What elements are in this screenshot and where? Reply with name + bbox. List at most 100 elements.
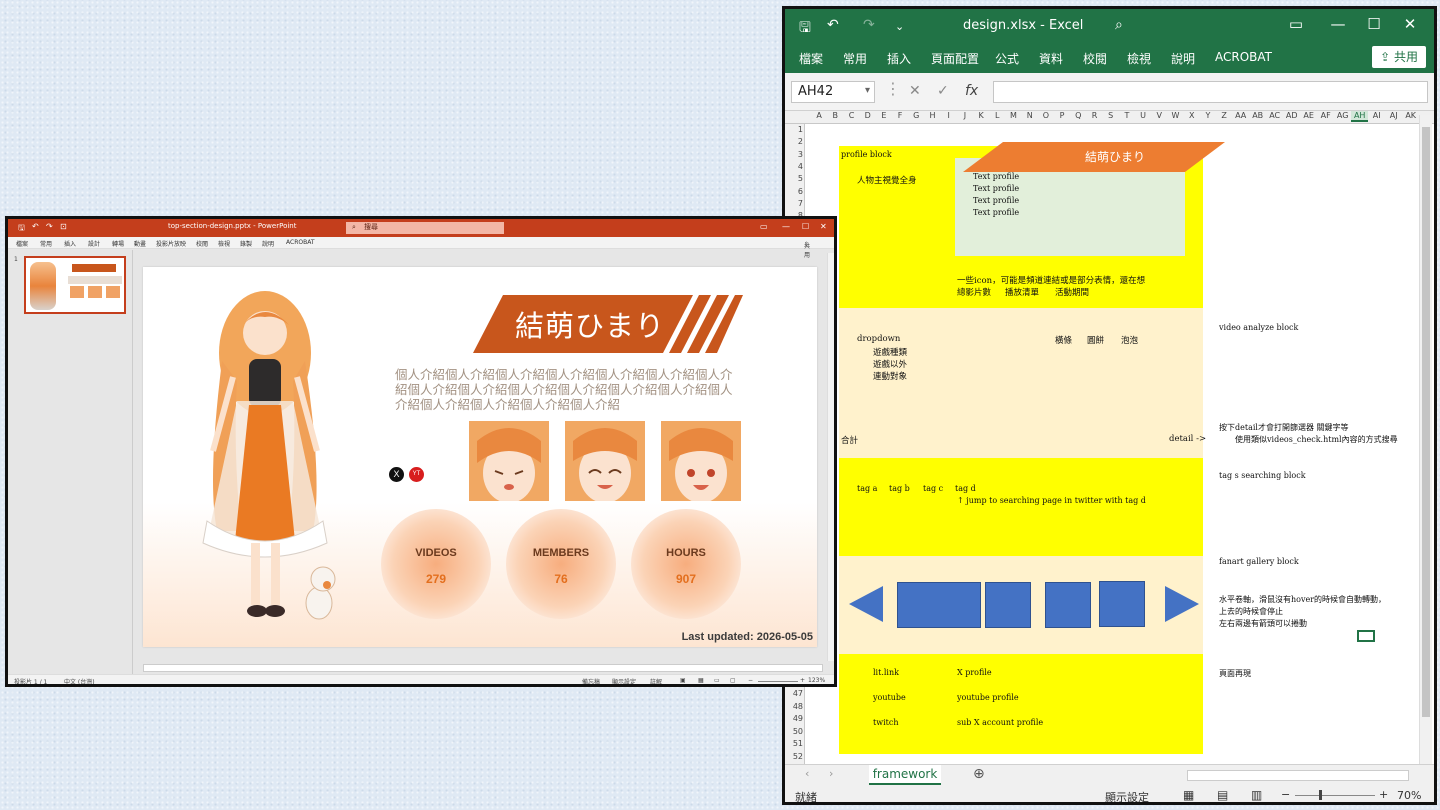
row-header[interactable]: 47 [785, 689, 803, 698]
column-header[interactable]: G [908, 111, 924, 120]
tab-acrobat[interactable]: ACROBAT [1215, 50, 1272, 64]
column-header[interactable]: AB [1249, 111, 1266, 120]
maximize-icon[interactable]: ☐ [802, 222, 809, 231]
column-header[interactable]: P [1054, 111, 1070, 120]
customize-quick-access-icon[interactable]: ⌄ [895, 20, 904, 33]
start-slideshow-icon[interactable]: ⊡ [60, 222, 67, 231]
tab-insert[interactable]: 插入 [887, 50, 911, 67]
column-header[interactable]: Q [1070, 111, 1086, 120]
column-header[interactable]: L [989, 111, 1005, 120]
tab-transitions[interactable]: 轉場 [112, 239, 124, 248]
column-header[interactable]: R [1086, 111, 1102, 120]
row-header[interactable]: 3 [785, 150, 803, 159]
tab-insert[interactable]: 插入 [64, 239, 76, 248]
display-settings-button[interactable]: 顯示設定 [1105, 789, 1149, 802]
slide-vertical-scrollbar[interactable] [827, 253, 834, 661]
column-header[interactable]: J [957, 111, 973, 120]
slide-horizontal-scrollbar[interactable] [143, 664, 823, 672]
column-header[interactable]: E [876, 111, 892, 120]
tab-view[interactable]: 檢視 [218, 239, 230, 248]
column-header[interactable]: AD [1283, 111, 1300, 120]
sheet-tab-framework[interactable]: framework [869, 765, 941, 785]
column-header[interactable]: U [1135, 111, 1151, 120]
redo-icon[interactable]: ↷ [863, 17, 875, 33]
row-header[interactable]: 51 [785, 739, 803, 748]
tab-formulas[interactable]: 公式 [995, 50, 1019, 67]
column-header[interactable]: AF [1317, 111, 1334, 120]
column-header[interactable]: M [1005, 111, 1021, 120]
row-header[interactable]: 6 [785, 187, 803, 196]
tab-acrobat[interactable]: ACROBAT [286, 239, 315, 246]
tab-help[interactable]: 說明 [1171, 50, 1195, 67]
minimize-icon[interactable]: — [782, 222, 790, 231]
tab-view[interactable]: 檢視 [1127, 50, 1151, 67]
page-break-view-icon[interactable]: ▥ [1251, 788, 1262, 802]
vertical-scrollbar[interactable] [1419, 115, 1432, 765]
row-header[interactable]: 5 [785, 174, 803, 183]
tab-review[interactable]: 校閱 [1083, 50, 1107, 67]
undo-icon[interactable]: ↶ [32, 222, 39, 231]
column-header[interactable]: B [827, 111, 843, 120]
column-header[interactable]: X [1184, 111, 1200, 120]
column-header[interactable]: AI [1368, 111, 1385, 120]
row-header[interactable]: 4 [785, 162, 803, 171]
save-icon[interactable]: 🖫 [799, 17, 811, 41]
column-header[interactable]: F [892, 111, 908, 120]
worksheet-grid[interactable]: profile block 人物主視覺全身 Text profile Text … [805, 124, 1417, 764]
column-header[interactable]: C [843, 111, 859, 120]
tab-help[interactable]: 說明 [262, 239, 274, 248]
chevron-down-icon[interactable]: ▾ [865, 85, 870, 96]
row-header[interactable]: 50 [785, 727, 803, 736]
redo-icon[interactable]: ↷ [46, 222, 53, 231]
tab-page-layout[interactable]: 頁面配置 [931, 50, 979, 67]
notes-button[interactable]: 備忘稿 [582, 677, 600, 684]
tab-animations[interactable]: 動畫 [134, 239, 146, 248]
display-settings-button[interactable]: 顯示設定 [612, 677, 636, 684]
zoom-out-icon[interactable]: − [1281, 788, 1290, 801]
cancel-icon[interactable]: ✕ [909, 83, 921, 99]
column-header[interactable]: N [1022, 111, 1038, 120]
zoom-slider-thumb[interactable] [1319, 790, 1322, 800]
x-social-icon[interactable]: X [389, 467, 404, 482]
insert-function-icon[interactable]: fx [965, 83, 978, 99]
enter-icon[interactable]: ✓ [937, 83, 949, 99]
tab-file[interactable]: 檔案 [16, 239, 28, 248]
column-header[interactable]: Y [1200, 111, 1216, 120]
ribbon-display-icon[interactable]: ▭ [760, 222, 768, 231]
ribbon-display-icon[interactable]: ▭ [1283, 15, 1309, 33]
column-header[interactable]: AK [1402, 111, 1419, 120]
tab-file[interactable]: 檔案 [799, 50, 823, 67]
horizontal-scrollbar[interactable] [1187, 770, 1409, 781]
column-header[interactable]: A [811, 111, 827, 120]
zoom-level[interactable]: 123% [808, 677, 825, 684]
column-header[interactable]: AG [1334, 111, 1351, 120]
row-header[interactable]: 52 [785, 752, 803, 761]
tab-record[interactable]: 錄製 [240, 239, 252, 248]
column-header[interactable]: AH [1351, 111, 1369, 122]
row-header[interactable]: 48 [785, 702, 803, 711]
comments-button[interactable]: 註解 [650, 677, 662, 684]
formula-input[interactable] [993, 81, 1428, 103]
column-header[interactable]: AC [1266, 111, 1283, 120]
row-header[interactable]: 7 [785, 199, 803, 208]
name-box[interactable]: AH42 ▾ [791, 81, 875, 103]
column-header[interactable]: H [924, 111, 940, 120]
scroll-thumb[interactable] [1422, 127, 1430, 717]
slide-thumbnail[interactable] [24, 256, 126, 314]
column-header[interactable]: I [941, 111, 957, 120]
page-layout-view-icon[interactable]: ▤ [1217, 788, 1228, 802]
tab-home[interactable]: 常用 [843, 50, 867, 67]
zoom-out-icon[interactable]: − [748, 677, 753, 684]
column-header[interactable]: V [1151, 111, 1167, 120]
sheet-next-icon[interactable]: › [829, 767, 833, 780]
row-header[interactable]: 49 [785, 714, 803, 723]
zoom-in-icon[interactable]: + [1379, 788, 1388, 801]
column-header[interactable]: AA [1232, 111, 1249, 120]
column-header[interactable]: D [860, 111, 876, 120]
column-header[interactable]: AJ [1385, 111, 1402, 120]
zoom-in-icon[interactable]: + [800, 677, 805, 684]
zoom-slider[interactable] [1295, 795, 1375, 796]
column-header[interactable]: K [973, 111, 989, 120]
row-header[interactable]: 2 [785, 137, 803, 146]
slide-canvas[interactable]: 結萌ひまり 個人介紹個人介紹個人介紹個人介紹個人介紹個人介紹個人介紹個人介紹個人… [143, 267, 817, 647]
